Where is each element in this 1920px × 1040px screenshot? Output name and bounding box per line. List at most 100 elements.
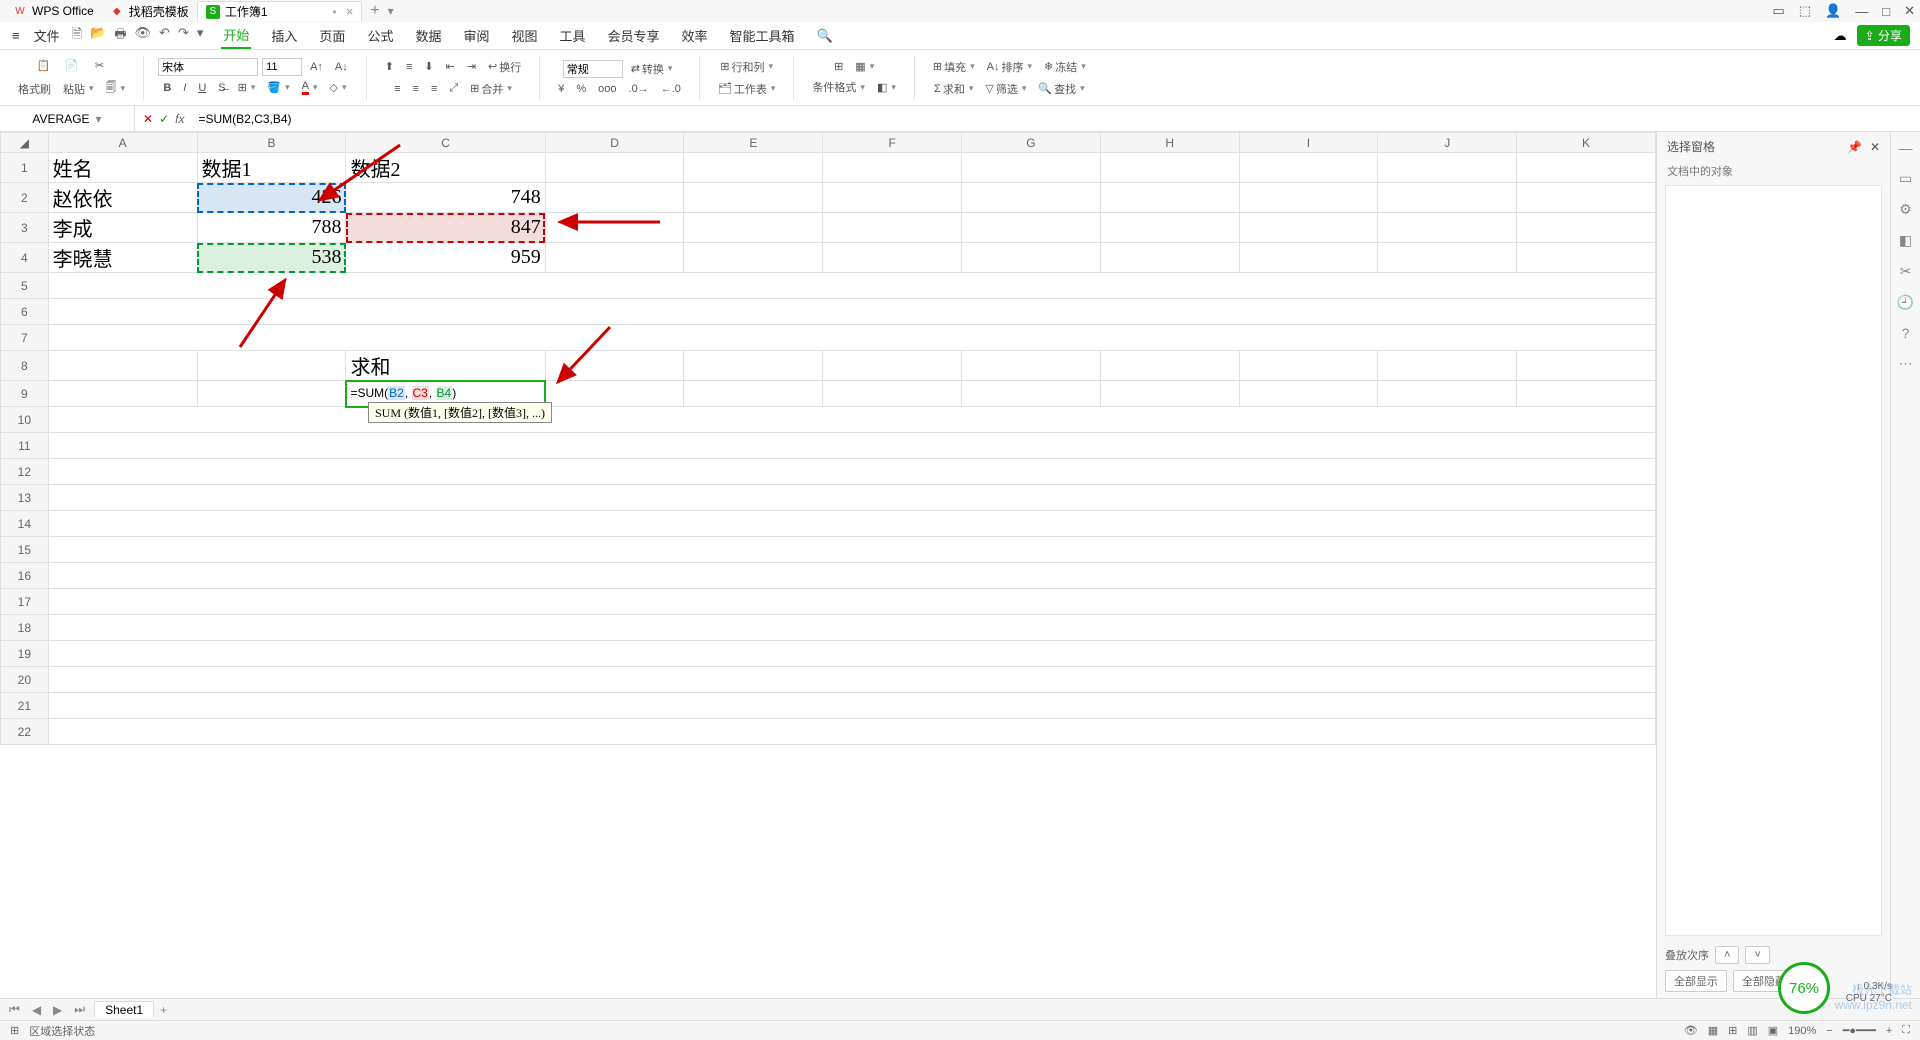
filter-button[interactable]: ▽ 筛选: [981, 79, 1030, 99]
align-l[interactable]: ≡: [390, 81, 404, 97]
row-header[interactable]: 5: [1, 273, 49, 299]
copy-button[interactable]: 📄: [60, 55, 84, 75]
cell-C1[interactable]: 数据2: [346, 153, 545, 183]
paste-dropdown[interactable]: 粘贴: [59, 79, 98, 99]
pin-icon[interactable]: 📌: [1847, 140, 1862, 154]
italic-button[interactable]: I: [179, 80, 190, 96]
font-color-button[interactable]: A: [298, 78, 322, 97]
rowcol-button[interactable]: ⊞ 行和列: [716, 57, 777, 77]
underline-button[interactable]: U: [194, 80, 210, 96]
zoom-in-button[interactable]: +: [1886, 1025, 1892, 1037]
eye-icon[interactable]: 👁: [1684, 1024, 1698, 1037]
confirm-formula-icon[interactable]: ✓: [159, 112, 169, 126]
zoom-slider[interactable]: ━●━━━: [1843, 1024, 1876, 1037]
minimize-icon[interactable]: —: [1855, 4, 1868, 19]
align-c[interactable]: ≡: [409, 81, 423, 97]
redo-icon[interactable]: ↷: [178, 25, 189, 47]
align-mid[interactable]: ≡: [402, 59, 416, 75]
wrap-button[interactable]: ↩ 换行: [484, 57, 525, 77]
move-down-button[interactable]: ˅: [1745, 946, 1769, 964]
new-icon[interactable]: 🗎: [72, 25, 82, 47]
print-icon[interactable]: 🖶: [114, 25, 126, 47]
view-reader-icon[interactable]: ▣: [1768, 1024, 1778, 1037]
tab-data[interactable]: 数据: [413, 23, 443, 48]
name-box[interactable]: AVERAGE▾: [0, 106, 135, 131]
row-header[interactable]: 2: [1, 183, 49, 213]
tab-page[interactable]: 页面: [317, 23, 347, 48]
show-all-button[interactable]: 全部显示: [1665, 970, 1727, 992]
tab-insert[interactable]: 插入: [269, 23, 299, 48]
tab-template[interactable]: ◆ 找稻壳模板: [102, 1, 197, 21]
col-header[interactable]: F: [823, 133, 962, 153]
indent-dec[interactable]: ⇤: [442, 58, 459, 75]
align-r[interactable]: ≡: [427, 81, 441, 97]
clipboard-more[interactable]: 🗐: [102, 77, 130, 100]
dec-inc-icon[interactable]: .0→: [625, 81, 653, 97]
collapse-icon[interactable]: —: [1899, 140, 1913, 156]
tab-wps[interactable]: W WPS Office: [5, 1, 102, 21]
format-brush[interactable]: 格式刷: [14, 79, 55, 99]
row-header[interactable]: 3: [1, 213, 49, 243]
numfmt-combo[interactable]: [563, 60, 623, 78]
bold-button[interactable]: B: [159, 80, 175, 96]
col-header[interactable]: I: [1239, 133, 1378, 153]
menu-icon[interactable]: ≡: [10, 25, 22, 46]
cell-C2[interactable]: 748: [346, 183, 545, 213]
select-tool-icon[interactable]: ▭: [1899, 170, 1912, 187]
close-window-icon[interactable]: ✕: [1904, 3, 1915, 19]
file-menu[interactable]: 文件: [32, 23, 62, 48]
cell-C3[interactable]: 847: [346, 213, 545, 243]
row-header[interactable]: 6: [1, 299, 49, 325]
col-header[interactable]: B: [197, 133, 346, 153]
font-combo[interactable]: [158, 58, 258, 76]
cell-A3[interactable]: 李成: [48, 213, 197, 243]
sheet-tab[interactable]: Sheet1: [94, 1001, 154, 1018]
undo-icon[interactable]: ↶: [159, 25, 170, 47]
row-header[interactable]: 9: [1, 381, 49, 407]
border-button[interactable]: ⊞: [234, 79, 260, 96]
cube-icon[interactable]: ⬚: [1799, 3, 1811, 19]
cell-A1[interactable]: 姓名: [48, 153, 197, 183]
cell-A4[interactable]: 李晓慧: [48, 243, 197, 273]
fx-icon[interactable]: fx: [175, 112, 184, 126]
cond-format[interactable]: 条件格式: [808, 77, 869, 97]
zoom-out-button[interactable]: −: [1826, 1025, 1832, 1037]
col-header[interactable]: H: [1100, 133, 1239, 153]
new-tab-button[interactable]: +: [370, 2, 379, 20]
row-header[interactable]: 10: [1, 407, 49, 433]
cut-button[interactable]: ✂: [88, 55, 112, 75]
row-header[interactable]: 4: [1, 243, 49, 273]
cloud-icon[interactable]: ☁: [1834, 28, 1847, 44]
share-button[interactable]: ⇪ 分享: [1857, 25, 1910, 46]
preview-icon[interactable]: 👁: [135, 25, 152, 47]
close-pane-icon[interactable]: ✕: [1870, 140, 1880, 154]
user-icon[interactable]: 👤: [1825, 3, 1841, 19]
dec-dec-icon[interactable]: ←.0: [657, 81, 685, 97]
tab-smart[interactable]: 智能工具箱: [728, 23, 797, 48]
style-more[interactable]: ◧: [873, 79, 900, 96]
freeze-button[interactable]: ❄ 冻结: [1040, 57, 1090, 77]
cell-B2[interactable]: 426: [197, 183, 346, 213]
row-header[interactable]: 7: [1, 325, 49, 351]
dec-font-icon[interactable]: A↓: [331, 59, 352, 75]
comma-icon[interactable]: ooo: [594, 81, 620, 97]
col-header[interactable]: C: [346, 133, 545, 153]
cell-style[interactable]: ▦: [851, 58, 878, 75]
layers-icon[interactable]: ◧: [1899, 232, 1912, 249]
tab-formula[interactable]: 公式: [365, 23, 395, 48]
cell-B1[interactable]: 数据1: [197, 153, 346, 183]
cell-C4[interactable]: 959: [346, 243, 545, 273]
search-icon[interactable]: 🔍: [815, 25, 835, 47]
grid-icon[interactable]: ▦: [1708, 1024, 1718, 1037]
tab-menu-button[interactable]: ▾: [388, 4, 394, 18]
percent-icon[interactable]: %: [572, 81, 590, 97]
next-sheet-icon[interactable]: ▶: [50, 1003, 65, 1017]
table-style[interactable]: ⊞: [830, 58, 847, 75]
tab-start[interactable]: 开始: [221, 22, 251, 49]
sum-button[interactable]: Σ 求和: [930, 79, 977, 99]
cell-B4[interactable]: 538: [197, 243, 346, 273]
last-sheet-icon[interactable]: ⏭: [71, 1002, 88, 1017]
tab-tool[interactable]: 工具: [558, 23, 588, 48]
col-header[interactable]: G: [962, 133, 1101, 153]
history-icon[interactable]: 🕘: [1897, 294, 1914, 311]
